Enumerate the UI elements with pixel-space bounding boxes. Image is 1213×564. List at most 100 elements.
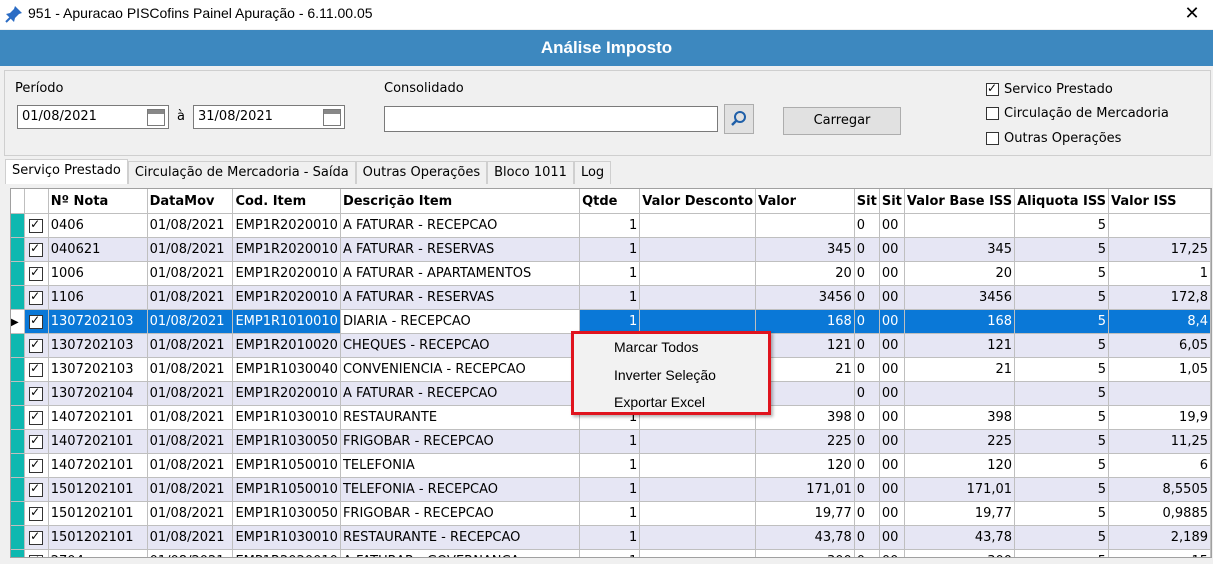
table-cell: 0	[854, 309, 880, 334]
tab-circulacao-saida[interactable]: Circulação de Mercadoria - Saída	[127, 161, 356, 184]
row-check-cell[interactable]	[24, 477, 49, 502]
check-circulacao-mercadoria[interactable]: Circulação de Mercadoria	[986, 106, 1169, 121]
row-check-cell[interactable]	[24, 405, 49, 430]
row-check-cell[interactable]	[24, 237, 49, 262]
column-header[interactable]: Valor Desconto	[639, 189, 757, 214]
row-check-cell[interactable]	[24, 213, 49, 238]
checkbox-icon[interactable]	[29, 289, 44, 305]
table-row[interactable]: 150120210101/08/2021EMP1R1050010TELEFONI…	[11, 477, 1211, 502]
table-row[interactable]: ▶ 130720210301/08/2021EMP1R1010010DIARIA …	[11, 309, 1211, 334]
checkbox-icon[interactable]	[29, 241, 44, 257]
column-header[interactable]: DataMov	[147, 189, 234, 214]
table-cell: 20	[904, 261, 1016, 286]
row-check-cell[interactable]	[24, 357, 49, 382]
menu-item-marcar-todos[interactable]: Marcar Todos	[614, 339, 699, 355]
table-row[interactable]: 040601/08/2021EMP1R2020010A FATURAR - RE…	[11, 213, 1211, 238]
calendar-icon[interactable]	[147, 109, 165, 126]
row-check-cell[interactable]	[24, 429, 49, 454]
table-cell: 172,8	[1108, 285, 1211, 310]
table-cell: EMP1R1030050	[232, 501, 341, 526]
table-cell: 5	[1014, 525, 1110, 550]
date-from-field[interactable]: 01/08/2021	[17, 105, 169, 129]
checkbox-icon[interactable]	[29, 409, 44, 425]
table-cell	[639, 453, 757, 478]
checkbox-icon[interactable]	[29, 481, 44, 497]
table-cell: 1106	[48, 285, 148, 310]
table-cell	[639, 309, 757, 334]
table-cell: 5	[1014, 285, 1110, 310]
column-header[interactable]: Valor ISS	[1108, 189, 1211, 214]
row-check-cell[interactable]	[24, 549, 49, 557]
table-cell: 1	[579, 237, 641, 262]
table-row[interactable]: 140720210101/08/2021EMP1R1030050FRIGOBAR…	[11, 429, 1211, 454]
checkbox-icon[interactable]	[29, 217, 44, 233]
table-cell: 1	[579, 261, 641, 286]
column-header[interactable]: Descrição Item	[340, 189, 581, 214]
table-row[interactable]: 150120210101/08/2021EMP1R1030010RESTAURA…	[11, 525, 1211, 550]
date-to-field[interactable]: 31/08/2021	[193, 105, 345, 129]
calendar-icon[interactable]	[323, 109, 341, 126]
tab-servico-prestado[interactable]: Serviço Prestado	[5, 159, 128, 184]
row-check-cell[interactable]	[24, 333, 49, 358]
tab-bloco-1011[interactable]: Bloco 1011	[487, 161, 574, 184]
table-row[interactable]: 04062101/08/2021EMP1R2020010A FATURAR - …	[11, 237, 1211, 262]
table-cell: 0	[854, 357, 880, 382]
table-cell: 1501202101	[48, 525, 148, 550]
checkbox-icon[interactable]	[29, 529, 44, 545]
column-header[interactable]: Aliquota ISS	[1014, 189, 1110, 214]
row-check-cell[interactable]	[24, 453, 49, 478]
search-button[interactable]	[724, 104, 754, 134]
carregar-button[interactable]: Carregar	[783, 107, 901, 135]
checkbox-icon[interactable]	[29, 337, 44, 353]
checkbox-icon[interactable]	[29, 265, 44, 281]
table-cell: 5	[1014, 213, 1110, 238]
table-cell: 01/08/2021	[147, 405, 234, 430]
table-cell: 01/08/2021	[147, 285, 234, 310]
table-cell: 01/08/2021	[147, 453, 234, 478]
menu-item-inverter-selecao[interactable]: Inverter Seleção	[614, 367, 716, 383]
consolidado-input[interactable]	[384, 106, 718, 132]
menu-item-exportar-excel[interactable]: Exportar Excel	[614, 394, 705, 410]
row-check-cell[interactable]	[24, 285, 49, 310]
row-indicator	[11, 477, 25, 502]
table-row[interactable]: 140720210101/08/2021EMP1R1050010TELEFONI…	[11, 453, 1211, 478]
row-check-cell[interactable]	[24, 261, 49, 286]
column-header[interactable]: Sit	[879, 189, 905, 214]
column-header[interactable]: Sit	[854, 189, 880, 214]
tab-outras-operacoes[interactable]: Outras Operações	[355, 161, 488, 184]
table-row[interactable]: 270401/08/2021EMP1R2020010A FATURAR - GO…	[11, 549, 1211, 557]
row-check-cell[interactable]	[24, 309, 49, 334]
checkbox-icon[interactable]	[29, 313, 44, 329]
column-header[interactable]: Qtde	[579, 189, 641, 214]
column-header[interactable]: Valor	[755, 189, 855, 214]
close-icon[interactable]: ✕	[1179, 2, 1205, 26]
column-header[interactable]: Valor Base ISS	[904, 189, 1016, 214]
checkbox-icon[interactable]	[29, 457, 44, 473]
check-servico-prestado[interactable]: Servico Prestado	[986, 81, 1113, 97]
column-header[interactable]: Cod. Item	[232, 189, 341, 214]
table-row[interactable]: 150120210101/08/2021EMP1R1030050FRIGOBAR…	[11, 501, 1211, 526]
header-indicator	[11, 189, 25, 214]
row-check-cell[interactable]	[24, 381, 49, 406]
checkbox-icon[interactable]	[29, 433, 44, 449]
checkbox-icon[interactable]	[29, 385, 44, 401]
header-check	[24, 189, 49, 214]
table-cell	[904, 213, 1016, 238]
check-outras-operacoes[interactable]: Outras Operações	[986, 131, 1121, 146]
table-cell: EMP1R2020010	[232, 285, 341, 310]
checkbox-icon[interactable]	[29, 505, 44, 521]
row-check-cell[interactable]	[24, 525, 49, 550]
table-cell: 20	[755, 261, 855, 286]
table-row[interactable]: 100601/08/2021EMP1R2020010A FATURAR - AP…	[11, 261, 1211, 286]
table-cell: 171,01	[755, 477, 855, 502]
table-cell: 300	[755, 549, 855, 557]
table-row[interactable]: 110601/08/2021EMP1R2020010A FATURAR - RE…	[11, 285, 1211, 310]
row-check-cell[interactable]	[24, 501, 49, 526]
tab-log[interactable]: Log	[573, 161, 612, 184]
column-header[interactable]: Nº Nota	[48, 189, 148, 214]
table-cell: CHEQUES - RECEPCAO	[340, 333, 581, 358]
table-cell: EMP1R2020010	[232, 261, 341, 286]
checkbox-icon[interactable]	[29, 553, 44, 557]
checkbox-icon[interactable]	[29, 361, 44, 377]
row-indicator	[11, 525, 25, 550]
